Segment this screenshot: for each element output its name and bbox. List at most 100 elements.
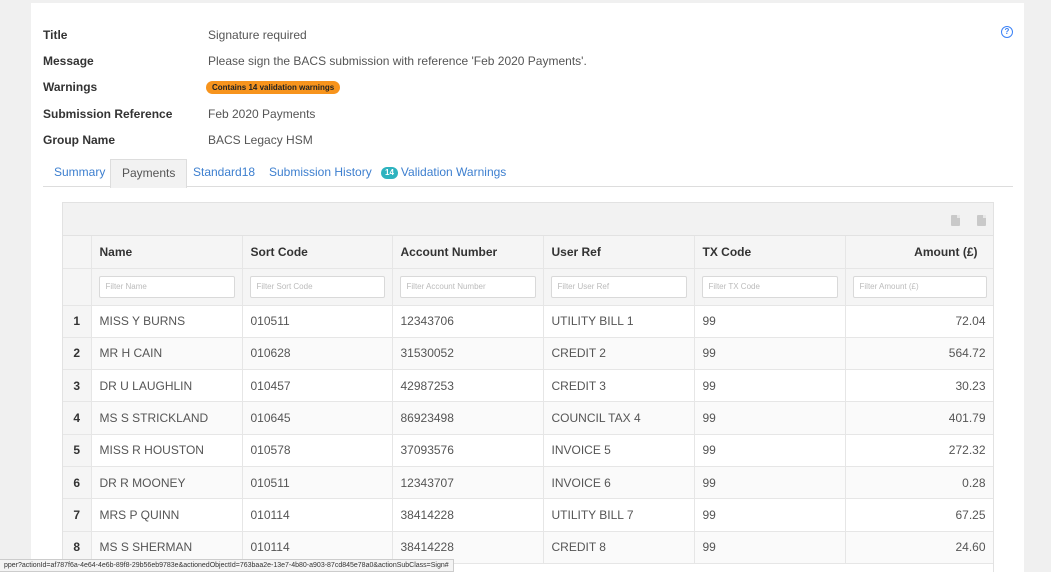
- row-number: 6: [63, 466, 92, 500]
- cell-name: MR H CAIN: [91, 337, 243, 371]
- row-number: 1: [63, 305, 92, 338]
- cell-sort-code: 010645: [242, 401, 393, 435]
- message-value: Please sign the BACS submission with ref…: [208, 54, 587, 68]
- cell-name: MRS P QUINN: [91, 498, 243, 532]
- cell-tx-code: 99: [694, 466, 846, 500]
- filter-cell: [242, 268, 393, 306]
- cell-name: MISS R HOUSTON: [91, 434, 243, 467]
- filter-account-number-input[interactable]: [399, 275, 536, 298]
- group-name-value: BACS Legacy HSM: [208, 133, 313, 147]
- filter-sort-code-input[interactable]: [249, 275, 385, 298]
- cell-user-ref: INVOICE 5: [543, 434, 695, 467]
- row-number: 4: [63, 401, 92, 435]
- column-header-user-ref[interactable]: User Ref: [543, 236, 695, 269]
- cell-sort-code: 010628: [242, 337, 393, 371]
- table-row[interactable]: 4 MS S STRICKLAND 010645 86923498 COUNCI…: [63, 401, 993, 435]
- column-header-amount[interactable]: Amount (£): [845, 236, 993, 269]
- filter-cell: [392, 268, 544, 306]
- table-row[interactable]: 3 DR U LAUGHLIN 010457 42987253 CREDIT 3…: [63, 369, 993, 403]
- cell-tx-code: 99: [694, 337, 846, 371]
- cell-name: MS S STRICKLAND: [91, 401, 243, 435]
- cell-account-number: 12343707: [392, 466, 544, 500]
- cell-tx-code: 99: [694, 369, 846, 403]
- table-row[interactable]: 5 MISS R HOUSTON 010578 37093576 INVOICE…: [63, 434, 993, 467]
- filter-cell: [694, 268, 846, 306]
- validation-warnings-count: 14: [381, 167, 398, 179]
- cell-sort-code: 010511: [242, 305, 393, 338]
- cell-amount: 67.25: [845, 498, 993, 532]
- cell-name: DR U LAUGHLIN: [91, 369, 243, 403]
- row-number: 5: [63, 434, 92, 467]
- validation-warnings-badge: Contains 14 validation warnings: [206, 81, 341, 94]
- filter-tx-code-input[interactable]: [701, 275, 838, 298]
- column-header-sort-code[interactable]: Sort Code: [242, 236, 393, 269]
- table-row[interactable]: 2 MR H CAIN 010628 31530052 CREDIT 2 99 …: [63, 337, 993, 371]
- cell-name: DR R MOONEY: [91, 466, 243, 500]
- row-number: 3: [63, 369, 92, 403]
- status-bar-url: pper?actionId=af787f6a-4e64-4e6b-89f8-29…: [0, 559, 454, 572]
- cell-name: MISS Y BURNS: [91, 305, 243, 338]
- cell-amount: 401.79: [845, 401, 993, 435]
- column-header-name[interactable]: Name: [91, 236, 243, 269]
- payments-grid: Name Sort Code Account Number User Ref T…: [62, 202, 994, 572]
- cell-account-number: 31530052: [392, 337, 544, 371]
- table-row[interactable]: 6 DR R MOONEY 010511 12343707 INVOICE 6 …: [63, 466, 993, 500]
- cell-amount: 72.04: [845, 305, 993, 338]
- cell-account-number: 37093576: [392, 434, 544, 467]
- message-label: Message: [43, 54, 94, 68]
- cell-sort-code: 010457: [242, 369, 393, 403]
- pdf-export-icon[interactable]: [951, 215, 960, 226]
- title-label: Title: [43, 28, 68, 42]
- cell-tx-code: 99: [694, 498, 846, 532]
- row-number: 2: [63, 337, 92, 371]
- submission-reference-label: Submission Reference: [43, 107, 173, 121]
- tab-payments[interactable]: Payments: [110, 159, 188, 188]
- help-icon[interactable]: ?: [1001, 26, 1013, 38]
- cell-user-ref: INVOICE 6: [543, 466, 695, 500]
- filter-row-number-cell: [63, 268, 92, 306]
- cell-amount: 30.23: [845, 369, 993, 403]
- cell-sort-code: 010578: [242, 434, 393, 467]
- submission-reference-value: Feb 2020 Payments: [208, 107, 316, 121]
- cell-user-ref: UTILITY BILL 1: [543, 305, 695, 338]
- cell-tx-code: 99: [694, 531, 846, 564]
- cell-account-number: 12343706: [392, 305, 544, 338]
- cell-tx-code: 99: [694, 401, 846, 435]
- cell-amount: 564.72: [845, 337, 993, 371]
- grid-toolbar: [63, 203, 993, 236]
- table-row[interactable]: 7 MRS P QUINN 010114 38414228 UTILITY BI…: [63, 498, 993, 532]
- cell-user-ref: CREDIT 3: [543, 369, 695, 403]
- cell-sort-code: 010511: [242, 466, 393, 500]
- title-value: Signature required: [208, 28, 307, 42]
- group-name-label: Group Name: [43, 133, 116, 147]
- cell-account-number: 42987253: [392, 369, 544, 403]
- cell-amount: 0.28: [845, 466, 993, 500]
- payments-table: Name Sort Code Account Number User Ref T…: [63, 236, 993, 564]
- filter-user-ref-input[interactable]: [550, 275, 687, 298]
- tab-submission-history[interactable]: Submission History: [258, 159, 383, 187]
- tab-validation-warnings-label: Validation Warnings: [400, 165, 507, 179]
- cell-tx-code: 99: [694, 434, 846, 467]
- table-row[interactable]: 1 MISS Y BURNS 010511 12343706 UTILITY B…: [63, 305, 993, 338]
- tab-validation-warnings[interactable]: 14 Validation Warnings: [370, 159, 517, 187]
- excel-export-icon[interactable]: [977, 215, 986, 226]
- tab-bar: Summary Payments Standard18 Submission H…: [43, 159, 1013, 188]
- cell-sort-code: 010114: [242, 498, 393, 532]
- signature-card: ? Title Signature required Message Pleas…: [31, 3, 1024, 572]
- cell-user-ref: COUNCIL TAX 4: [543, 401, 695, 435]
- filter-name-input[interactable]: [98, 275, 235, 298]
- cell-user-ref: UTILITY BILL 7: [543, 498, 695, 532]
- filter-cell: [543, 268, 695, 306]
- filter-row: [63, 268, 993, 306]
- column-header-tx-code[interactable]: TX Code: [694, 236, 846, 269]
- row-number: 7: [63, 498, 92, 532]
- filter-amount-input[interactable]: [852, 275, 987, 298]
- filter-cell: [91, 268, 243, 306]
- cell-user-ref: CREDIT 2: [543, 337, 695, 371]
- cell-amount: 24.60: [845, 531, 993, 564]
- cell-account-number: 38414228: [392, 498, 544, 532]
- row-number-header: [63, 236, 92, 269]
- tab-summary[interactable]: Summary: [43, 159, 116, 187]
- column-header-account-number[interactable]: Account Number: [392, 236, 544, 269]
- tab-standard18[interactable]: Standard18: [182, 159, 266, 187]
